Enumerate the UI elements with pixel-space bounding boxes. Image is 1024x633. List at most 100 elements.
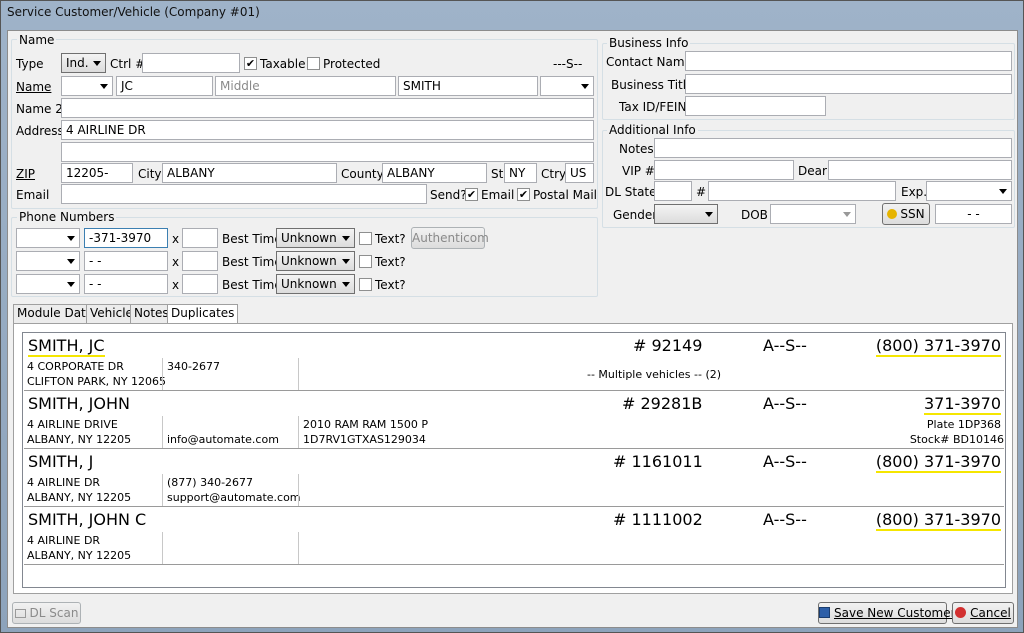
ssn-button[interactable]: SSN bbox=[882, 203, 930, 225]
column-divider bbox=[162, 358, 163, 390]
middle-name-input[interactable]: Middle bbox=[215, 76, 396, 96]
last-name-input[interactable]: SMITH bbox=[398, 76, 538, 96]
contact-name-input[interactable] bbox=[685, 51, 1012, 71]
state-input[interactable]: NY bbox=[504, 163, 537, 183]
send-postal-checkbox[interactable]: ✔ bbox=[517, 188, 530, 201]
zip-label: ZIP bbox=[16, 167, 35, 181]
type-select[interactable]: Ind. bbox=[61, 53, 106, 73]
email-input[interactable] bbox=[61, 184, 427, 204]
vehicle-vin: 1D7RV1GTXAS129034 bbox=[303, 433, 426, 446]
phone-ext-input[interactable] bbox=[182, 274, 218, 294]
ext-label: x bbox=[172, 232, 180, 246]
cancel-icon bbox=[955, 607, 967, 618]
best-time-select[interactable]: Unknown bbox=[276, 274, 355, 294]
customer-phone: (800) 371-3970 bbox=[875, 452, 1001, 473]
column-divider bbox=[298, 358, 299, 390]
contact-line-2: support@automate.com bbox=[167, 491, 301, 504]
taxable-checkbox[interactable]: ✔ bbox=[244, 57, 257, 70]
best-time-value: Unknown bbox=[281, 277, 337, 291]
phone-type-select[interactable] bbox=[16, 274, 80, 294]
city-input[interactable]: ALBANY bbox=[162, 163, 337, 183]
type-value: Ind. bbox=[66, 56, 89, 70]
phone-number-input[interactable]: - - bbox=[84, 251, 168, 271]
chevron-down-icon bbox=[67, 282, 75, 287]
send-email-checkbox[interactable]: ✔ bbox=[465, 188, 478, 201]
text-checkbox[interactable] bbox=[359, 278, 372, 291]
phone-ext-input[interactable] bbox=[182, 228, 218, 248]
duplicate-row[interactable]: SMITH, JC # 92149 A--S-- (800) 371-3970 … bbox=[24, 333, 1004, 391]
customer-phone: (800) 371-3970 bbox=[875, 510, 1001, 531]
contact-line-1: 340-2677 bbox=[167, 360, 220, 373]
chevron-down-icon bbox=[342, 259, 350, 264]
column-divider bbox=[162, 474, 163, 506]
phone-number-input[interactable]: -371-3970 bbox=[84, 228, 168, 248]
tax-id-label: Tax ID/FEIN bbox=[619, 100, 687, 114]
business-title-input[interactable] bbox=[685, 74, 1012, 94]
column-divider bbox=[298, 416, 299, 448]
duplicate-row[interactable]: SMITH, JOHN C # 1111002 A--S-- (800) 371… bbox=[24, 507, 1004, 565]
key-icon bbox=[887, 209, 898, 219]
vehicle-summary: -- Multiple vehicles -- (2) bbox=[587, 368, 722, 381]
address-line-1: 4 AIRLINE DR bbox=[27, 534, 101, 547]
client-area: Name Type Ind. Ctrl # ✔ Taxable Protecte… bbox=[7, 30, 1018, 628]
chevron-down-icon bbox=[843, 212, 851, 217]
county-input[interactable]: ALBANY bbox=[382, 163, 487, 183]
suffix-select[interactable] bbox=[540, 76, 594, 96]
phone-ext-input[interactable] bbox=[182, 251, 218, 271]
notes-input[interactable] bbox=[654, 138, 1012, 158]
chevron-down-icon bbox=[581, 84, 589, 89]
customer-window: Service Customer/Vehicle (Company #01) N… bbox=[0, 0, 1024, 633]
country-input[interactable]: US bbox=[565, 163, 594, 183]
phone-number-input[interactable]: - - bbox=[84, 274, 168, 294]
text-label: Text? bbox=[375, 232, 406, 246]
send-label: Send? bbox=[430, 188, 467, 202]
text-checkbox[interactable] bbox=[359, 255, 372, 268]
customer-number: # 1161011 bbox=[613, 452, 703, 471]
ssn-input[interactable]: - - bbox=[935, 204, 1012, 224]
first-name-input[interactable]: JC bbox=[116, 76, 213, 96]
phone-type-select[interactable] bbox=[16, 251, 80, 271]
zip-input[interactable]: 12205- bbox=[61, 163, 133, 183]
address-line-1: 4 AIRLINE DRIVE bbox=[27, 418, 118, 431]
best-time-select[interactable]: Unknown bbox=[276, 251, 355, 271]
text-checkbox[interactable] bbox=[359, 232, 372, 245]
duplicate-row[interactable]: SMITH, J # 1161011 A--S-- (800) 371-3970… bbox=[24, 449, 1004, 507]
prefix-select[interactable] bbox=[61, 76, 113, 96]
best-time-value: Unknown bbox=[281, 254, 337, 268]
status-code: ---S-- bbox=[553, 57, 583, 71]
text-label: Text? bbox=[375, 278, 406, 292]
address-line-2: ALBANY, NY 12205 bbox=[27, 549, 132, 562]
email-label: Email bbox=[16, 188, 50, 202]
name-group-title: Name bbox=[17, 33, 57, 47]
column-divider bbox=[298, 474, 299, 506]
tab-duplicates[interactable]: Duplicates bbox=[167, 304, 239, 324]
gender-select[interactable] bbox=[654, 204, 718, 224]
dl-number-input[interactable] bbox=[708, 181, 896, 201]
dl-state-input[interactable] bbox=[654, 181, 692, 201]
dob-date-picker[interactable] bbox=[770, 204, 856, 224]
save-label: Save New Customer bbox=[834, 606, 956, 620]
address-line-1: 4 CORPORATE DR bbox=[27, 360, 124, 373]
phone-type-select[interactable] bbox=[16, 228, 80, 248]
tax-id-input[interactable] bbox=[685, 96, 826, 116]
tab-module-data[interactable]: Module Data bbox=[13, 304, 98, 323]
ctrl-input[interactable] bbox=[142, 53, 240, 73]
address2-input[interactable] bbox=[61, 142, 594, 162]
address1-input[interactable]: 4 AIRLINE DR bbox=[61, 120, 594, 140]
name2-input[interactable] bbox=[61, 98, 594, 118]
city-label: City bbox=[138, 167, 162, 181]
dl-scan-button[interactable]: DL Scan bbox=[12, 602, 81, 624]
chevron-down-icon bbox=[67, 236, 75, 241]
window-title: Service Customer/Vehicle (Company #01) bbox=[7, 5, 260, 19]
protected-checkbox[interactable] bbox=[307, 57, 320, 70]
best-time-select[interactable]: Unknown bbox=[276, 228, 355, 248]
save-new-customer-button[interactable]: Save New Customer bbox=[818, 602, 956, 624]
vip-input[interactable] bbox=[654, 160, 794, 180]
ctrl-label: Ctrl # bbox=[110, 57, 146, 71]
cancel-button[interactable]: Cancel bbox=[952, 602, 1014, 624]
duplicate-row[interactable]: SMITH, JOHN # 29281B A--S-- 371-3970 4 A… bbox=[24, 391, 1004, 449]
authenticom-button[interactable]: Authenticom bbox=[411, 227, 489, 249]
additional-group-title: Additional Info bbox=[607, 123, 698, 137]
dear-input[interactable] bbox=[828, 160, 1012, 180]
exp-date-picker[interactable] bbox=[926, 181, 1012, 201]
